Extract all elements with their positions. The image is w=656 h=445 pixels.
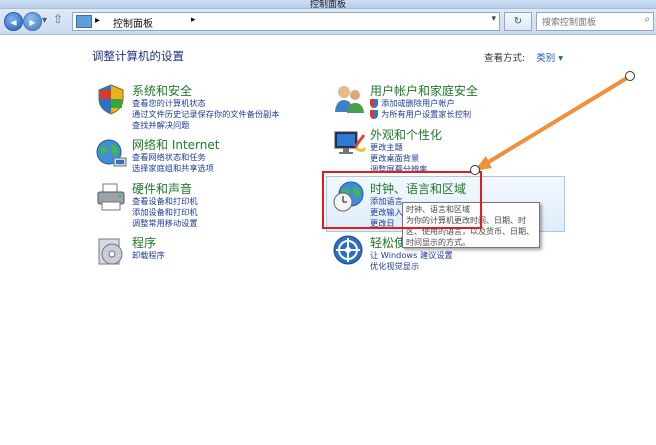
programs-disc-icon[interactable] (94, 234, 128, 268)
link-view-computer-status[interactable]: 查看您的计算机状态 (132, 98, 279, 109)
back-button[interactable]: ◀ (4, 12, 23, 31)
shield-flag-icon[interactable] (94, 82, 128, 116)
category-title-hardware-sound[interactable]: 硬件和声音 (132, 180, 192, 197)
view-by-label: 查看方式: (484, 53, 526, 64)
users-icon[interactable] (332, 82, 366, 116)
category-title-user-accounts[interactable]: 用户帐户和家庭安全 (370, 82, 478, 99)
category-network-internet: 网络和 Internet 查看网络状态和任务 选择家庭组和共享选项 (94, 136, 314, 176)
refresh-icon: ↻ (513, 16, 523, 27)
printer-icon[interactable] (94, 180, 128, 214)
uac-shield-icon (370, 99, 378, 108)
refresh-button[interactable]: ↻ (504, 12, 532, 31)
category-title-programs[interactable]: 程序 (132, 234, 156, 251)
address-bar: ◀ ▶ ▾ ⇧ ▸ 控制面板 ▸ ▾ ↻ ⌕ (0, 9, 656, 35)
link-add-remove-accounts[interactable]: 添加或删除用户帐户 (370, 98, 471, 109)
category-hardware-sound: 硬件和声音 查看设备和打印机 添加设备和打印机 调整常用移动设置 (94, 180, 314, 230)
link-parental-controls[interactable]: 为所有用户设置家长控制 (370, 109, 471, 120)
link-troubleshoot[interactable]: 查找并解决问题 (132, 120, 279, 131)
breadcrumb-control-panel[interactable]: 控制面板 (113, 15, 153, 30)
link-change-theme[interactable]: 更改主题 (370, 142, 427, 153)
recent-pages-dropdown-icon[interactable]: ▾ (42, 15, 47, 26)
network-globe-icon[interactable] (94, 136, 128, 170)
view-by-dropdown[interactable]: 类别 ▾ (536, 53, 563, 64)
title-bar: 控制面板 (0, 0, 656, 10)
link-file-history[interactable]: 通过文件历史记录保存你的文件备份副本 (132, 109, 279, 120)
address-dropdown-icon[interactable]: ▾ (491, 14, 496, 24)
link-mobility-settings[interactable]: 调整常用移动设置 (132, 218, 198, 229)
category-title-system-security[interactable]: 系统和安全 (132, 82, 192, 99)
link-optimize-visual-display[interactable]: 优化视觉显示 (370, 261, 453, 272)
link-uninstall-program[interactable]: 卸载程序 (132, 250, 165, 261)
ease-of-access-icon[interactable] (332, 234, 366, 268)
link-windows-suggest-settings[interactable]: 让 Windows 建议设置 (370, 250, 453, 261)
category-title-appearance[interactable]: 外观和个性化 (370, 126, 442, 143)
monitor-paint-icon[interactable] (332, 126, 366, 160)
link-change-desktop-background[interactable]: 更改桌面背景 (370, 153, 427, 164)
uac-shield-icon (370, 110, 378, 119)
link-homegroup-sharing[interactable]: 选择家庭组和共享选项 (132, 163, 214, 174)
control-panel-folder-icon (76, 15, 92, 28)
search-box[interactable]: ⌕ (536, 12, 654, 31)
link-network-status[interactable]: 查看网络状态和任务 (132, 152, 214, 163)
view-by: 查看方式: 类别 ▾ (484, 50, 563, 64)
category-system-security: 系统和安全 查看您的计算机状态 通过文件历史记录保存你的文件备份副本 查找并解决… (94, 82, 314, 132)
category-title-network-internet[interactable]: 网络和 Internet (132, 136, 219, 153)
annotation-highlight-box (322, 171, 482, 229)
category-appearance: 外观和个性化 更改主题 更改桌面背景 调整屏幕分辨率 (332, 126, 572, 174)
category-user-accounts: 用户帐户和家庭安全 添加或删除用户帐户 为所有用户设置家长控制 (332, 82, 572, 122)
link-view-devices-printers[interactable]: 查看设备和打印机 (132, 196, 198, 207)
category-title-ease-of-access[interactable]: 轻松使 (370, 234, 406, 251)
address-field[interactable]: ▸ 控制面板 ▸ ▾ (72, 12, 500, 31)
breadcrumb-separator[interactable]: ▸ (95, 15, 100, 26)
search-input[interactable] (540, 14, 636, 31)
search-icon[interactable]: ⌕ (644, 14, 650, 25)
page-heading: 调整计算机的设置 (92, 49, 184, 63)
breadcrumb-chevron-icon[interactable]: ▸ (191, 15, 196, 25)
link-add-device[interactable]: 添加设备和打印机 (132, 207, 198, 218)
back-arrow-icon: ◀ (10, 18, 17, 27)
category-programs: 程序 卸载程序 (94, 234, 314, 274)
forward-button[interactable]: ▶ (23, 12, 42, 31)
up-arrow-icon[interactable]: ⇧ (53, 12, 63, 26)
tooltip-line: 时间显示的方式。 (406, 238, 470, 247)
forward-arrow-icon: ▶ (29, 18, 36, 27)
